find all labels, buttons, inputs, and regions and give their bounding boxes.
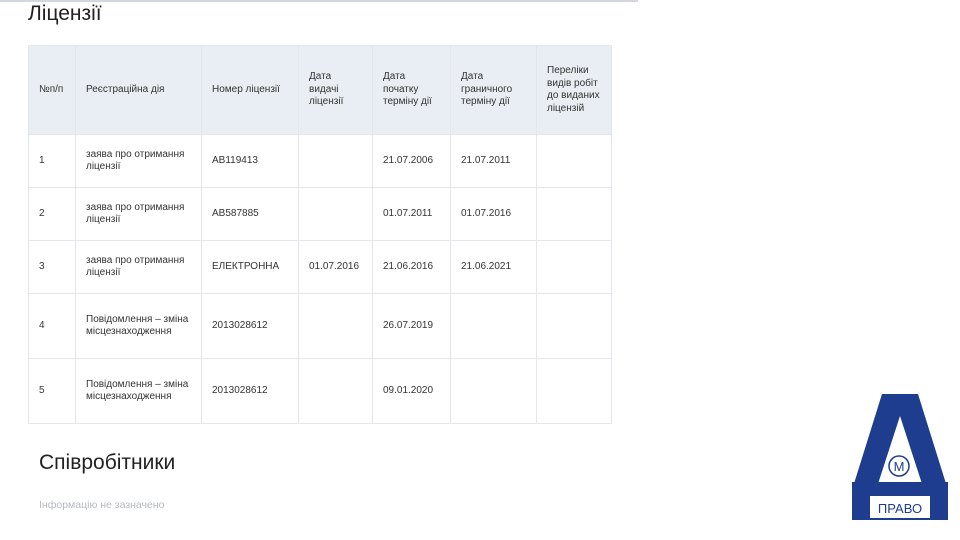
cell-work-types xyxy=(536,134,612,188)
cell-issue-date xyxy=(298,358,373,424)
table-row: 4 Повідомлення – зміна місцезнаходження … xyxy=(28,293,612,359)
cell-work-types xyxy=(536,240,612,294)
cell-registration-action: Повідомлення – зміна місцезнаходження xyxy=(75,358,202,424)
table-header-row: №п/п Реєстраційна дія Номер ліцензії Дат… xyxy=(28,45,612,135)
table-row: 2 заява про отримання ліцензії АВ587885 … xyxy=(28,187,612,241)
column-header-start-date: Дата початку терміну дії xyxy=(372,45,451,135)
cell-end-date: 01.07.2016 xyxy=(450,187,537,241)
column-header-number: №п/п xyxy=(28,45,76,135)
cell-registration-action: заява про отримання ліцензії xyxy=(75,134,202,188)
cell-end-date xyxy=(450,358,537,424)
logo-caption: ПРАВО xyxy=(878,501,922,516)
cell-start-date: 21.06.2016 xyxy=(372,240,451,294)
cell-start-date: 09.01.2020 xyxy=(372,358,451,424)
cell-registration-action: заява про отримання ліцензії xyxy=(75,187,202,241)
cell-work-types xyxy=(536,187,612,241)
cell-license-number: АВ587885 xyxy=(201,187,299,241)
cell-start-date: 26.07.2019 xyxy=(372,293,451,359)
cell-end-date: 21.06.2021 xyxy=(450,240,537,294)
staff-title: Співробітники xyxy=(39,451,176,474)
table-row: 1 заява про отримання ліцензії АВ119413 … xyxy=(28,134,612,188)
cell-number: 5 xyxy=(28,358,76,424)
cell-number: 3 xyxy=(28,240,76,294)
cell-number: 2 xyxy=(28,187,76,241)
cell-start-date: 21.07.2006 xyxy=(372,134,451,188)
cell-issue-date: 01.07.2016 xyxy=(298,240,373,294)
cell-end-date xyxy=(450,293,537,359)
licenses-table: №п/п Реєстраційна дія Номер ліцензії Дат… xyxy=(28,45,612,424)
cell-issue-date xyxy=(298,293,373,359)
cell-license-number: АВ119413 xyxy=(201,134,299,188)
column-header-work-types: Переліки видів робіт до виданих ліцензій xyxy=(536,45,612,135)
cell-license-number: 2013028612 xyxy=(201,293,299,359)
column-header-issue-date: Дата видачі ліцензії xyxy=(298,45,373,135)
cell-registration-action: заява про отримання ліцензії xyxy=(75,240,202,294)
column-header-registration-action: Реєстраційна дія xyxy=(75,45,202,135)
cell-work-types xyxy=(536,358,612,424)
cell-license-number: ЕЛЕКТРОННА xyxy=(201,240,299,294)
table-row: 5 Повідомлення – зміна місцезнаходження … xyxy=(28,358,612,424)
cell-start-date: 01.07.2011 xyxy=(372,187,451,241)
page: Ліцензії №п/п Реєстраційна дія Номер ліц… xyxy=(0,0,960,540)
column-header-license-number: Номер ліцензії xyxy=(201,45,299,135)
logo-m-letter: М xyxy=(894,459,905,474)
column-header-end-date: Дата граничного терміну дії xyxy=(450,45,537,135)
cell-license-number: 2013028612 xyxy=(201,358,299,424)
staff-empty-message: Інформацію не зазначено xyxy=(39,499,165,511)
cell-issue-date xyxy=(298,134,373,188)
cell-issue-date xyxy=(298,187,373,241)
table-row: 3 заява про отримання ліцензії ЕЛЕКТРОНН… xyxy=(28,240,612,294)
cell-end-date: 21.07.2011 xyxy=(450,134,537,188)
cell-number: 4 xyxy=(28,293,76,359)
cell-work-types xyxy=(536,293,612,359)
licenses-title: Ліцензії xyxy=(28,2,102,25)
pravo-logo: М ПРАВО xyxy=(852,394,948,520)
cell-number: 1 xyxy=(28,134,76,188)
cell-registration-action: Повідомлення – зміна місцезнаходження xyxy=(75,293,202,359)
